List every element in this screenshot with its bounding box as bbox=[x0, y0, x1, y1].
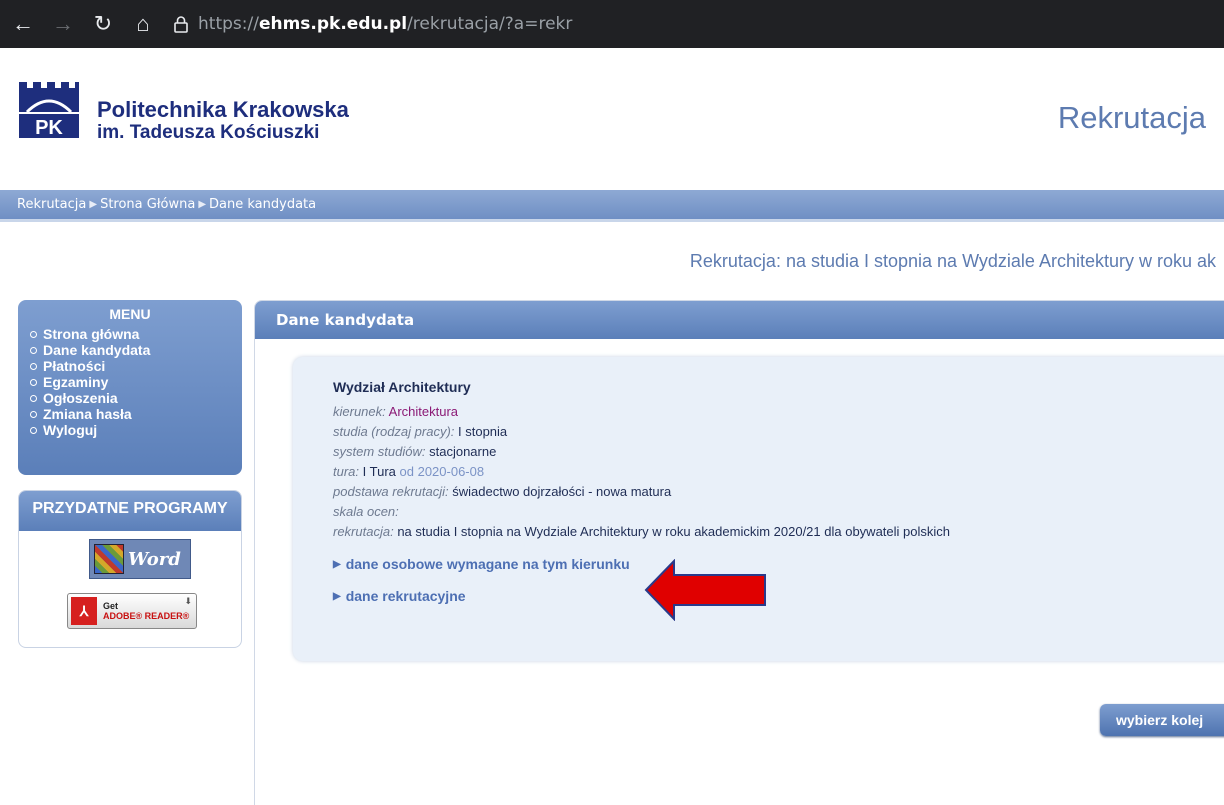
menu-item-label: Dane kandydata bbox=[43, 342, 151, 358]
menu-item-label: Egzaminy bbox=[43, 374, 109, 390]
breadcrumb-item-strona-glowna[interactable]: Strona Główna bbox=[100, 197, 195, 212]
row-label: system studiów: bbox=[333, 444, 426, 459]
expand-triangle-icon: ▶ bbox=[333, 590, 341, 602]
breadcrumb-separator-icon: ▶ bbox=[198, 199, 207, 210]
lock-icon bbox=[174, 15, 188, 33]
menu-item-label: Zmiana hasła bbox=[43, 406, 132, 422]
adobe-reader-label: Get ADOBE® READER® bbox=[103, 601, 189, 621]
menu-item-wyloguj[interactable]: Wyloguj bbox=[30, 422, 242, 438]
menu-item-strona-glowna[interactable]: Strona główna bbox=[30, 326, 242, 342]
word-download-button[interactable]: Word bbox=[89, 539, 191, 579]
useful-programs-title: PRZYDATNE PROGRAMY bbox=[19, 491, 241, 531]
adobe-get-label: Get bbox=[103, 601, 119, 611]
row-tura: tura: I Tura od 2020-06-08 bbox=[333, 462, 1224, 482]
side-menu: MENU Strona główna Dane kandydata Płatno… bbox=[18, 300, 242, 475]
university-name-line1: Politechnika Krakowska bbox=[97, 97, 349, 122]
menu-item-label: Strona główna bbox=[43, 326, 140, 342]
page-header-title: Rekrutacja bbox=[1057, 100, 1206, 135]
university-name-line2: im. Tadeusza Kościuszki bbox=[97, 122, 320, 143]
row-label: kierunek: bbox=[333, 404, 386, 419]
adobe-reader-download-button[interactable]: ⅄ Get ADOBE® READER® ⬇ bbox=[67, 593, 197, 629]
url-host: ehms.pk.edu.pl bbox=[258, 14, 408, 34]
download-arrow-icon: ⬇ bbox=[184, 596, 192, 606]
back-arrow-icon[interactable]: ← bbox=[6, 7, 40, 41]
menu-item-label: Ogłoszenia bbox=[43, 390, 118, 406]
expand-triangle-icon: ▶ bbox=[333, 558, 341, 570]
toggle-recruit-label: dane rekrutacyjne bbox=[345, 588, 466, 604]
row-skala: skala ocen: bbox=[333, 502, 1224, 522]
faculty-name: Wydział Architektury bbox=[333, 379, 471, 395]
reload-icon[interactable]: ↻ bbox=[86, 7, 120, 41]
bullet-icon bbox=[30, 378, 37, 386]
panel-title: Dane kandydata bbox=[255, 301, 1224, 339]
university-logo[interactable]: PK bbox=[17, 80, 81, 140]
menu-item-label: Wyloguj bbox=[43, 422, 98, 438]
system-value: stacjonarne bbox=[429, 444, 497, 459]
menu-title: MENU bbox=[109, 306, 151, 322]
row-rekrutacja: rekrutacja: na studia I stopnia na Wydzi… bbox=[333, 522, 1224, 542]
row-label: tura: bbox=[333, 464, 360, 479]
menu-item-ogloszenia[interactable]: Ogłoszenia bbox=[30, 390, 242, 406]
breadcrumb-item-dane-kandydata[interactable]: Dane kandydata bbox=[209, 197, 316, 212]
tura-value: I Tura bbox=[362, 464, 396, 479]
bullet-icon bbox=[30, 346, 37, 354]
rekrutacja-value: na studia I stopnia na Wydziale Architek… bbox=[397, 524, 950, 539]
toggle-personal-label: dane osobowe wymagane na tym kierunku bbox=[345, 556, 630, 572]
address-bar[interactable]: https://ehms.pk.edu.pl/rekrutacja/?a=rek… bbox=[174, 7, 572, 41]
forward-arrow-icon[interactable]: → bbox=[46, 7, 80, 41]
bullet-icon bbox=[30, 362, 37, 370]
browser-toolbar: ← → ↻ ⌂ https://ehms.pk.edu.pl/rekrutacj… bbox=[0, 0, 1224, 48]
breadcrumb-item-rekrutacja[interactable]: Rekrutacja bbox=[17, 197, 86, 212]
menu-list: Strona główna Dane kandydata Płatności E… bbox=[18, 326, 242, 438]
kierunek-value[interactable]: Architektura bbox=[389, 404, 458, 419]
adobe-name-label: ADOBE® READER® bbox=[103, 611, 190, 621]
menu-item-dane-kandydata[interactable]: Dane kandydata bbox=[30, 342, 242, 358]
choose-next-button[interactable]: wybierz kolej bbox=[1100, 704, 1224, 736]
bullet-icon bbox=[30, 330, 37, 338]
row-kierunek: kierunek: Architektura bbox=[333, 402, 1224, 422]
studia-value: I stopnia bbox=[458, 424, 508, 439]
podstawa-value: świadectwo dojrzałości - nowa matura bbox=[452, 484, 672, 499]
menu-item-zmiana-hasla[interactable]: Zmiana hasła bbox=[30, 406, 242, 422]
row-system: system studiów: stacjonarne bbox=[333, 442, 1224, 462]
recruitment-subtitle: Rekrutacja: na studia I stopnia na Wydzi… bbox=[689, 251, 1216, 271]
row-podstawa: podstawa rekrutacji: świadectwo dojrzało… bbox=[333, 482, 1224, 502]
row-label: rekrutacja: bbox=[333, 524, 394, 539]
toggle-recruitment-data[interactable]: ▶ dane rekrutacyjne bbox=[333, 588, 1224, 604]
tura-date: od 2020-06-08 bbox=[399, 464, 485, 479]
row-label: studia (rodzaj pracy): bbox=[333, 424, 455, 439]
url-scheme: https:// bbox=[198, 14, 259, 34]
useful-programs-box: PRZYDATNE PROGRAMY Word ⅄ Get ADOBE® REA… bbox=[18, 490, 242, 648]
adobe-pdf-icon: ⅄ bbox=[71, 597, 97, 625]
bullet-icon bbox=[30, 394, 37, 402]
word-label: Word bbox=[128, 548, 181, 570]
row-studia: studia (rodzaj pracy): I stopnia bbox=[333, 422, 1224, 442]
bullet-icon bbox=[30, 410, 37, 418]
breadcrumb-separator-icon: ▶ bbox=[89, 199, 98, 210]
home-icon[interactable]: ⌂ bbox=[126, 7, 160, 41]
row-label: skala ocen: bbox=[333, 504, 399, 519]
candidate-data-panel: Dane kandydata Wydział Architektury kier… bbox=[254, 300, 1224, 805]
bullet-icon bbox=[30, 426, 37, 434]
breadcrumb: Rekrutacja ▶ Strona Główna ▶ Dane kandyd… bbox=[0, 190, 1224, 222]
red-pointer-arrow-icon bbox=[644, 558, 768, 622]
menu-item-platnosci[interactable]: Płatności bbox=[30, 358, 242, 374]
menu-item-egzaminy[interactable]: Egzaminy bbox=[30, 374, 242, 390]
url-path: /rekrutacja/?a=rekr bbox=[407, 14, 573, 34]
word-logo-icon bbox=[94, 544, 124, 574]
svg-text:PK: PK bbox=[35, 117, 63, 139]
row-label: podstawa rekrutacji: bbox=[333, 484, 449, 499]
menu-item-label: Płatności bbox=[43, 358, 106, 374]
university-name: Politechnika Krakowska im. Tadeusza Kośc… bbox=[97, 98, 349, 144]
toggle-personal-data[interactable]: ▶ dane osobowe wymagane na tym kierunku bbox=[333, 556, 1224, 572]
